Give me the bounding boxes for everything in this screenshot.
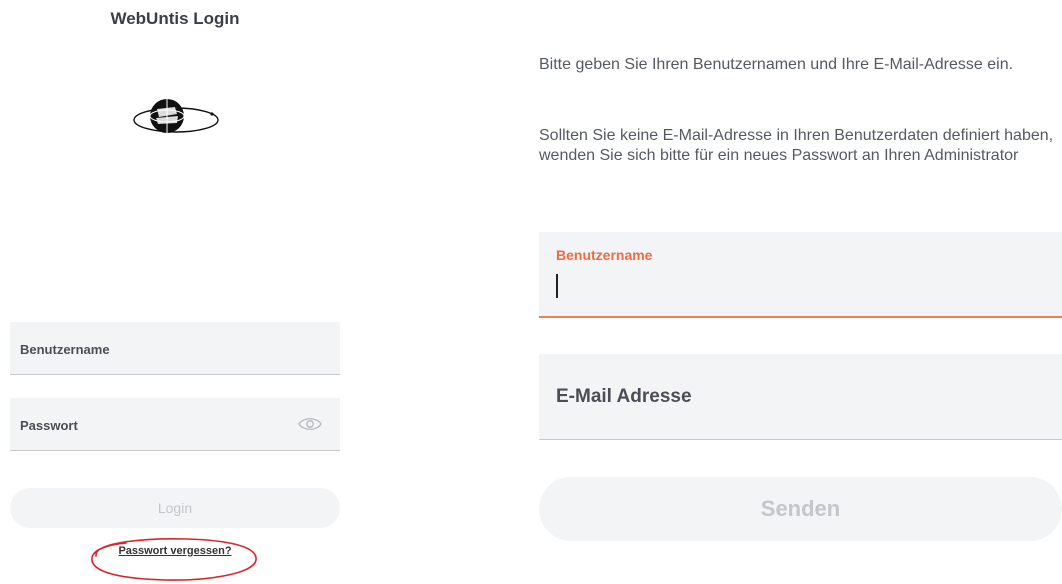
reset-username-label: Benutzername xyxy=(556,247,653,263)
username-label: Benutzername xyxy=(20,342,110,357)
password-label: Passwort xyxy=(20,418,78,433)
forgot-password-link[interactable]: Passwort vergessen? xyxy=(0,545,350,557)
email-input[interactable]: E-Mail Adresse xyxy=(539,354,1062,440)
instruction-text: Bitte geben Sie Ihren Benutzernamen und … xyxy=(539,56,1014,73)
school-logo xyxy=(133,99,219,133)
reset-username-input[interactable]: Benutzername xyxy=(539,232,1062,318)
email-label: E-Mail Adresse xyxy=(556,386,692,407)
eye-icon[interactable] xyxy=(298,416,322,432)
login-button[interactable]: Login xyxy=(10,488,340,528)
red-circle-annotation xyxy=(91,538,257,581)
send-button[interactable]: Senden xyxy=(539,477,1062,541)
text-cursor xyxy=(556,274,558,298)
password-input[interactable]: Passwort xyxy=(10,398,340,451)
admin-notice-text: Sollten Sie keine E-Mail-Adresse in Ihre… xyxy=(539,127,1054,164)
page-title: WebUntis Login xyxy=(110,9,240,28)
username-input[interactable]: Benutzername xyxy=(10,322,340,375)
